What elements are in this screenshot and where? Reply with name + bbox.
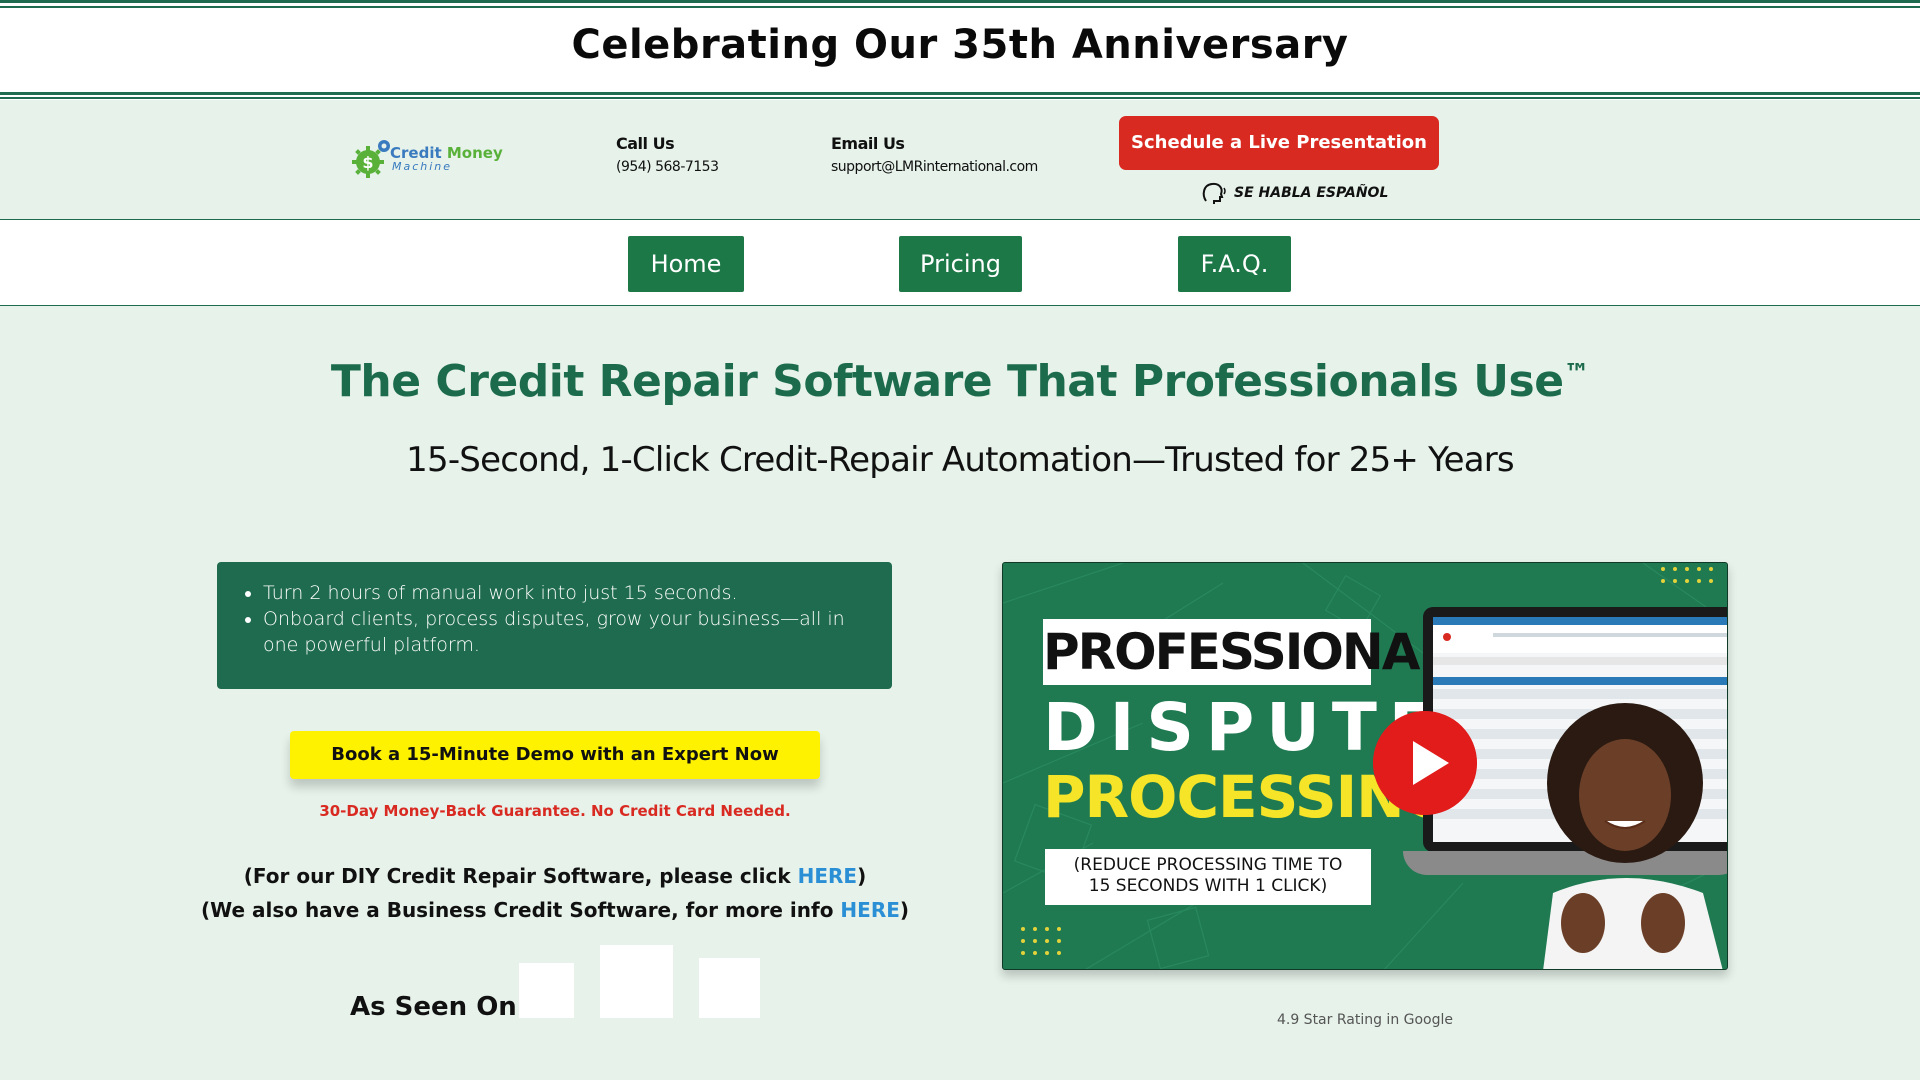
diy-here-link[interactable]: HERE <box>798 864 857 888</box>
media-logo <box>600 945 673 1018</box>
se-habla-label: SE HABLA ESPAÑOL <box>1234 185 1389 201</box>
svg-text:$: $ <box>362 153 373 172</box>
benefits-box: Turn 2 hours of manual work into just 15… <box>217 562 892 689</box>
call-us-label: Call Us <box>616 134 675 153</box>
media-logo <box>519 963 574 1018</box>
banner-title: Celebrating Our 35th Anniversary <box>571 22 1349 68</box>
media-logo <box>699 958 760 1018</box>
video-title-line3: PROCESSING <box>1043 763 1451 831</box>
banner-top-line-thin <box>0 6 1920 8</box>
banner-top-line <box>0 0 1920 3</box>
gear-dollar-icon: $ <box>352 140 390 178</box>
benefit-item: Turn 2 hours of manual work into just 15… <box>263 580 862 606</box>
nav-home-button[interactable]: Home <box>628 236 744 292</box>
as-seen-on-label: As Seen On <box>350 992 517 1022</box>
smiling-woman-photo <box>1543 703 1723 969</box>
hero-subtitle: 15-Second, 1-Click Credit-Repair Automat… <box>406 440 1514 480</box>
phone-number[interactable]: (954) 568-7153 <box>616 159 719 175</box>
main-nav: Home Pricing F.A.Q. <box>0 220 1920 306</box>
video-title-line1: PROFESSIONAL <box>1043 619 1450 685</box>
schedule-presentation-button[interactable]: Schedule a Live Presentation <box>1119 116 1439 170</box>
diy-software-line: (For our DIY Credit Repair Software, ple… <box>243 864 867 888</box>
benefit-item: Onboard clients, process disputes, grow … <box>263 606 862 658</box>
hero-title: The Credit Repair Software That Professi… <box>330 356 1590 407</box>
banner-bottom-line <box>0 92 1920 95</box>
business-here-link[interactable]: HERE <box>840 898 899 922</box>
nav-faq-button[interactable]: F.A.Q. <box>1178 236 1291 292</box>
speaking-head-icon <box>1202 182 1226 204</box>
email-us-block: Email Us support@LMRinternational.com <box>831 134 1038 175</box>
play-icon[interactable] <box>1373 711 1477 815</box>
site-header: $ Credit Money Machine Call Us (954) 568… <box>0 100 1920 220</box>
banner-bottom-line-thin <box>0 97 1920 99</box>
logo-subtext: Machine <box>392 160 453 173</box>
trademark-mark: ™ <box>1563 359 1590 389</box>
email-us-label: Email Us <box>831 134 905 153</box>
video-thumbnail[interactable]: PROFESSIONAL DISPUTE PROCESSING (REDUCE … <box>1002 562 1728 970</box>
credit-money-machine-logo[interactable]: $ Credit Money Machine <box>352 136 512 184</box>
email-address[interactable]: support@LMRinternational.com <box>831 159 1038 175</box>
google-rating-text: 4.9 Star Rating in Google <box>1276 1012 1454 1028</box>
nav-pricing-button[interactable]: Pricing <box>899 236 1022 292</box>
anniversary-banner: Celebrating Our 35th Anniversary <box>0 0 1920 100</box>
se-habla-espanol: SE HABLA ESPAÑOL <box>1200 178 1388 208</box>
business-credit-line: (We also have a Business Credit Software… <box>200 898 910 922</box>
video-caption: (REDUCE PROCESSING TIME TO 15 SECONDS WI… <box>1045 849 1371 905</box>
guarantee-text: 30-Day Money-Back Guarantee. No Credit C… <box>319 802 791 820</box>
video-title-line2: DISPUTE <box>1043 689 1446 766</box>
book-demo-button[interactable]: Book a 15-Minute Demo with an Expert Now <box>290 731 820 779</box>
call-us-block: Call Us (954) 568-7153 <box>616 134 719 175</box>
